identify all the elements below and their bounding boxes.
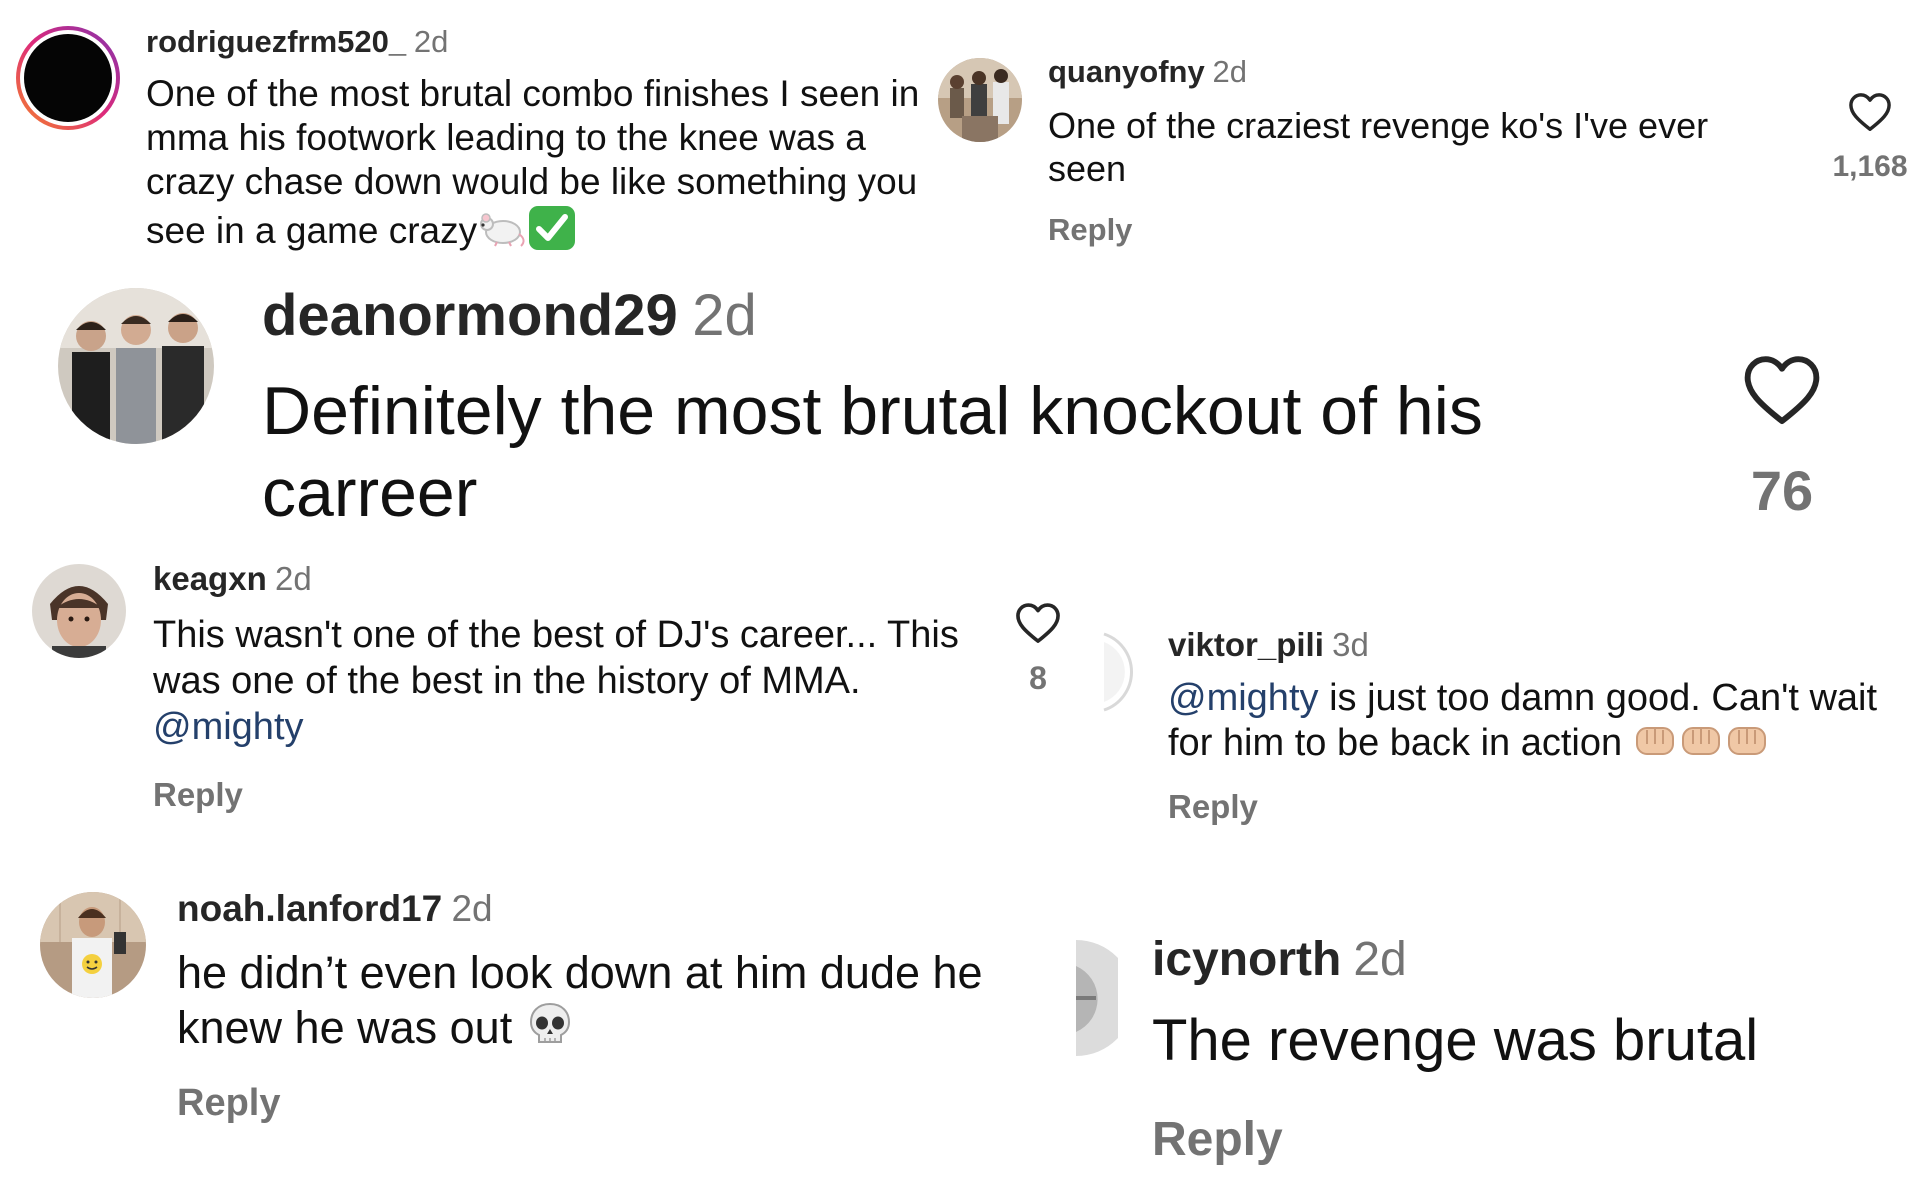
like-count: 76 [1750, 459, 1814, 522]
partial-avatar-icon [1076, 940, 1118, 1056]
avatar[interactable] [938, 58, 1022, 142]
timestamp: 2d [692, 283, 757, 348]
skull-emoji-icon [525, 1000, 575, 1062]
comment-header: viktor_pili 3d [1168, 626, 1369, 664]
like-count: 1,168 [1832, 150, 1908, 183]
heart-icon[interactable] [1015, 602, 1061, 644]
username[interactable]: rodriguezfrm520_ [146, 24, 406, 59]
username[interactable]: keagxn [153, 560, 267, 597]
mirror-selfie-avatar-icon [40, 892, 146, 998]
comment-text: @mighty is just too damn good. Can't wai… [1168, 676, 1920, 770]
avatar[interactable] [40, 892, 146, 998]
like-control: 76 [1722, 354, 1842, 523]
comment-text: One of the craziest revenge ko's I've ev… [1048, 105, 1709, 189]
group-photo-avatar-icon [938, 58, 1022, 142]
timestamp: 2d [1353, 933, 1407, 986]
reply-button[interactable]: Reply [1048, 212, 1132, 248]
avatar[interactable] [32, 564, 126, 658]
avatar[interactable] [14, 24, 122, 132]
comment-text: One of the most brutal combo finishes I … [146, 72, 946, 262]
comment-text: The revenge was brutal [1152, 1008, 1759, 1073]
comment-header: noah.lanford17 2d [177, 888, 493, 930]
like-control: 8 [1008, 602, 1068, 697]
selfie-avatar-icon [32, 564, 126, 658]
username[interactable]: noah.lanford17 [177, 888, 442, 929]
username[interactable]: quanyofny [1048, 54, 1205, 89]
check-mark-button-emoji-icon [527, 204, 577, 262]
username[interactable]: viktor_pili [1168, 626, 1324, 663]
comment-body: he didn’t even look down at him dude he … [177, 947, 983, 1053]
avatar[interactable] [1076, 936, 1118, 1060]
like-control: 1,168 [1822, 92, 1918, 184]
partial-avatar-icon [1103, 632, 1134, 712]
reply-button[interactable]: Reply [1152, 1112, 1283, 1167]
username[interactable]: icynorth [1152, 933, 1341, 986]
timestamp: 2d [1212, 54, 1247, 89]
timestamp: 2d [451, 888, 493, 929]
oncoming-fist-emoji-icon [1725, 720, 1771, 770]
comment-header: icynorth 2d [1152, 932, 1407, 987]
timestamp: 2d [413, 24, 449, 59]
username[interactable]: deanormond29 [262, 283, 678, 348]
reply-button[interactable]: Reply [1168, 788, 1258, 826]
timestamp: 2d [274, 560, 312, 597]
mention-link[interactable]: @mighty [1168, 677, 1319, 719]
mention-link[interactable]: @mighty [153, 706, 304, 748]
story-ring-avatar-icon [16, 26, 120, 130]
comment-text: Definitely the most brutal knockout of h… [262, 373, 1483, 531]
timestamp: 3d [1332, 626, 1369, 663]
comment-text: This wasn't one of the best of DJ's care… [153, 612, 983, 750]
oncoming-fist-emoji-icon [1633, 720, 1679, 770]
reply-button[interactable]: Reply [153, 776, 243, 814]
avatar[interactable] [1102, 630, 1142, 714]
oncoming-fist-emoji-icon [1679, 720, 1725, 770]
comment-header: keagxn 2d [153, 560, 312, 598]
comment-text: he didn’t even look down at him dude he … [177, 946, 1057, 1062]
heart-icon[interactable] [1848, 92, 1892, 132]
reply-button[interactable]: Reply [177, 1082, 280, 1125]
three-men-photo-avatar-icon [58, 288, 214, 444]
avatar[interactable] [58, 288, 214, 444]
heart-icon[interactable] [1742, 354, 1822, 426]
comment-header: rodriguezfrm520_ 2d [146, 24, 448, 60]
comment-body: This wasn't one of the best of DJ's care… [153, 614, 959, 702]
like-count: 8 [1029, 660, 1047, 696]
rat-emoji-icon [477, 208, 527, 258]
comment-header: deanormond29 2d [262, 282, 757, 349]
comment-header: quanyofny 2d [1048, 54, 1247, 90]
